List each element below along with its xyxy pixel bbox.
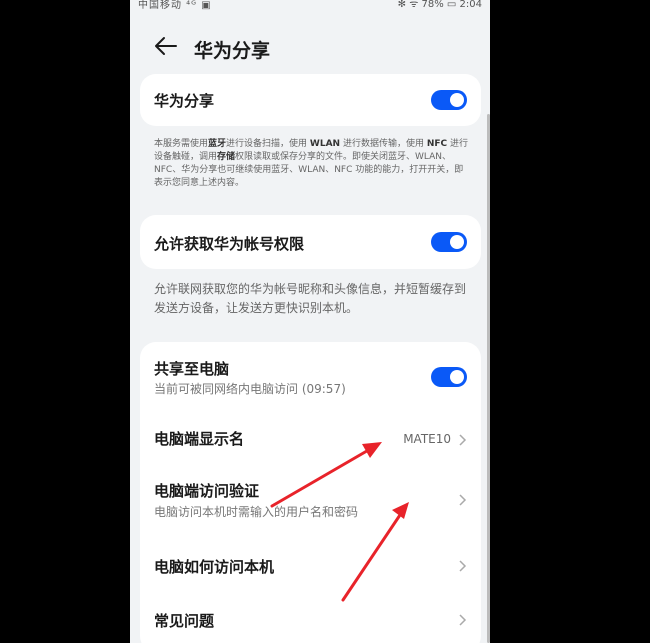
status-bar: 中国移动 ⁴ᴳ ▣ ✻ ᯤ 78% ▭ 2:04 bbox=[130, 0, 490, 14]
pc-share-sub: 当前可被同网络内电脑访问 (09:57) bbox=[154, 382, 346, 396]
display-name-row[interactable]: 电脑端显示名 MATE10 bbox=[140, 408, 481, 468]
howto-row[interactable]: 电脑如何访问本机 bbox=[140, 536, 481, 592]
desc-bold: WLAN bbox=[309, 139, 341, 149]
chevron-right-icon bbox=[457, 612, 467, 626]
desc-bold: 存储 bbox=[217, 152, 236, 162]
share-card: 华为分享 bbox=[140, 74, 481, 126]
display-name-value: MATE10 bbox=[403, 432, 451, 446]
display-name-label: 电脑端显示名 bbox=[154, 430, 245, 448]
account-card: 允许获取华为帐号权限 bbox=[140, 215, 481, 269]
chevron-right-icon bbox=[457, 558, 467, 572]
page-title: 华为分享 bbox=[194, 40, 271, 62]
chevron-right-icon bbox=[457, 432, 467, 446]
desc-bold: NFC bbox=[426, 139, 448, 149]
desc-bold: 蓝牙 bbox=[208, 139, 227, 149]
status-left: 中国移动 ⁴ᴳ ▣ bbox=[138, 0, 212, 11]
howto-label: 电脑如何访问本机 bbox=[154, 558, 275, 576]
desc-part: 本服务需使用 bbox=[154, 139, 209, 149]
back-arrow-icon[interactable] bbox=[154, 36, 178, 56]
share-toggle[interactable] bbox=[431, 90, 467, 110]
scrollbar[interactable] bbox=[487, 114, 490, 643]
top-bar: 华为分享 bbox=[130, 14, 490, 68]
verify-label: 电脑端访问验证 bbox=[154, 482, 260, 500]
faq-row[interactable]: 常见问题 bbox=[140, 592, 481, 643]
share-description: 本服务需使用蓝牙进行设备扫描，使用 WLAN 进行数据传输，使用 NFC 进行设… bbox=[154, 138, 472, 190]
toggle-knob bbox=[450, 93, 464, 107]
faq-label: 常见问题 bbox=[154, 612, 215, 630]
pc-share-row[interactable]: 共享至电脑 当前可被同网络内电脑访问 (09:57) bbox=[140, 342, 481, 408]
desc-part: 进行设备扫描，使用 bbox=[226, 139, 310, 149]
chevron-right-icon bbox=[457, 492, 467, 506]
account-description: 允许联网获取您的华为帐号昵称和头像信息，并短暂缓存到发送方设备，让发送方更快识别… bbox=[154, 282, 467, 315]
pc-card: 共享至电脑 当前可被同网络内电脑访问 (09:57) 电脑端显示名 MATE10… bbox=[140, 342, 481, 643]
toggle-knob bbox=[450, 370, 464, 384]
verify-sub: 电脑访问本机时需输入的用户名和密码 bbox=[154, 505, 359, 519]
status-right: ✻ ᯤ 78% ▭ 2:04 bbox=[397, 0, 482, 10]
verify-row[interactable]: 电脑端访问验证 电脑访问本机时需输入的用户名和密码 bbox=[140, 468, 481, 536]
share-label: 华为分享 bbox=[154, 92, 215, 110]
phone-screen: 中国移动 ⁴ᴳ ▣ ✻ ᯤ 78% ▭ 2:04 华为分享 华为分享 本服务需使… bbox=[130, 0, 490, 643]
pc-share-toggle[interactable] bbox=[431, 367, 467, 387]
toggle-knob bbox=[450, 235, 464, 249]
pc-share-label: 共享至电脑 bbox=[154, 360, 230, 378]
desc-part: 进行数据传输，使用 bbox=[340, 139, 427, 149]
account-label: 允许获取华为帐号权限 bbox=[154, 235, 305, 253]
account-toggle[interactable] bbox=[431, 232, 467, 252]
